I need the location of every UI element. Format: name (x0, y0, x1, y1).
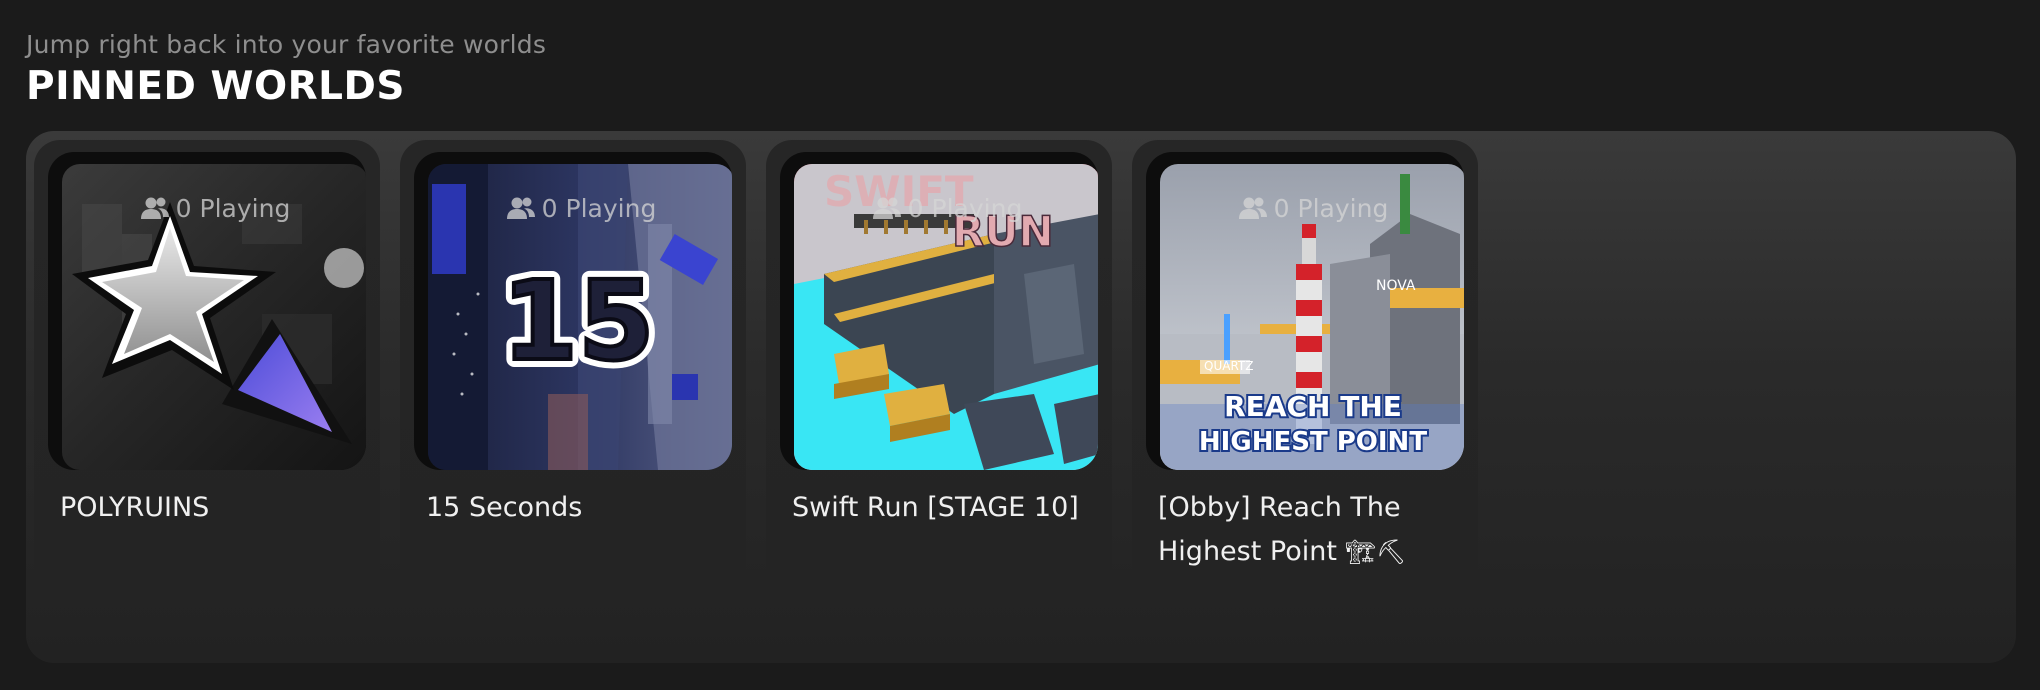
player-count-label: 0 Playing (1273, 194, 1389, 223)
users-icon (1238, 196, 1268, 220)
world-thumbnail-frame: QUARTZ NOVA REACH THE HIGHEST POINT 0 Pl… (1146, 152, 1464, 470)
player-count-label: 0 Playing (175, 194, 291, 223)
world-card-15-seconds[interactable]: 15 15 0 Playing 15 Seconds (400, 140, 746, 596)
world-thumbnail[interactable]: 15 15 0 Playing (428, 164, 732, 470)
thumbnail-title-line2: HIGHEST POINT (1199, 427, 1427, 457)
world-name[interactable]: [Obby] Reach The Highest Point 🏗⛏ (1158, 486, 1458, 574)
player-count-label: 0 Playing (541, 194, 657, 223)
world-name-line1: [Obby] Reach The (1158, 492, 1401, 523)
pinned-worlds-page: Jump right back into your favorite world… (0, 0, 2040, 690)
world-card-polyruins[interactable]: 0 Playing POLYRUINS (34, 140, 380, 596)
section-subtitle: Jump right back into your favorite world… (26, 30, 547, 59)
section-title: PINNED WORLDS (26, 64, 405, 109)
world-name-line2: Highest Point (1158, 536, 1337, 567)
world-name[interactable]: POLYRUINS (60, 486, 360, 530)
thumbnail-title-line1: REACH THE (1224, 390, 1402, 423)
world-name[interactable]: 15 Seconds (426, 486, 726, 530)
world-thumbnail-frame: 15 15 0 Playing (414, 152, 732, 470)
player-count: 0 Playing (428, 194, 732, 223)
crane-pickaxe-emoji-icon: 🏗⛏ (1345, 538, 1407, 566)
thumbnail-sign-quartz: QUARTZ (1204, 359, 1253, 373)
player-count: 0 Playing (62, 194, 366, 223)
world-card-reach-the-highest-point[interactable]: QUARTZ NOVA REACH THE HIGHEST POINT 0 Pl… (1132, 140, 1478, 596)
world-thumbnail-frame: SWIFT RUN 0 Playing (780, 152, 1098, 470)
world-thumbnail[interactable]: SWIFT RUN 0 Playing (794, 164, 1098, 470)
thumbnail-number: 15 (501, 257, 654, 385)
users-icon (140, 196, 170, 220)
world-thumbnail[interactable]: QUARTZ NOVA REACH THE HIGHEST POINT 0 Pl… (1160, 164, 1464, 470)
player-count: 0 Playing (794, 194, 1098, 223)
world-name[interactable]: Swift Run [STAGE 10] (792, 486, 1092, 530)
world-thumbnail-frame: 0 Playing (48, 152, 366, 470)
player-count-label: 0 Playing (907, 194, 1023, 223)
users-icon (506, 196, 536, 220)
thumbnail-sign-nova: NOVA (1376, 278, 1416, 294)
world-thumbnail[interactable]: 0 Playing (62, 164, 366, 470)
player-count: 0 Playing (1160, 194, 1464, 223)
users-icon (872, 196, 902, 220)
world-card-swift-run[interactable]: SWIFT RUN 0 Playing Swift Run [STAGE 10] (766, 140, 1112, 596)
